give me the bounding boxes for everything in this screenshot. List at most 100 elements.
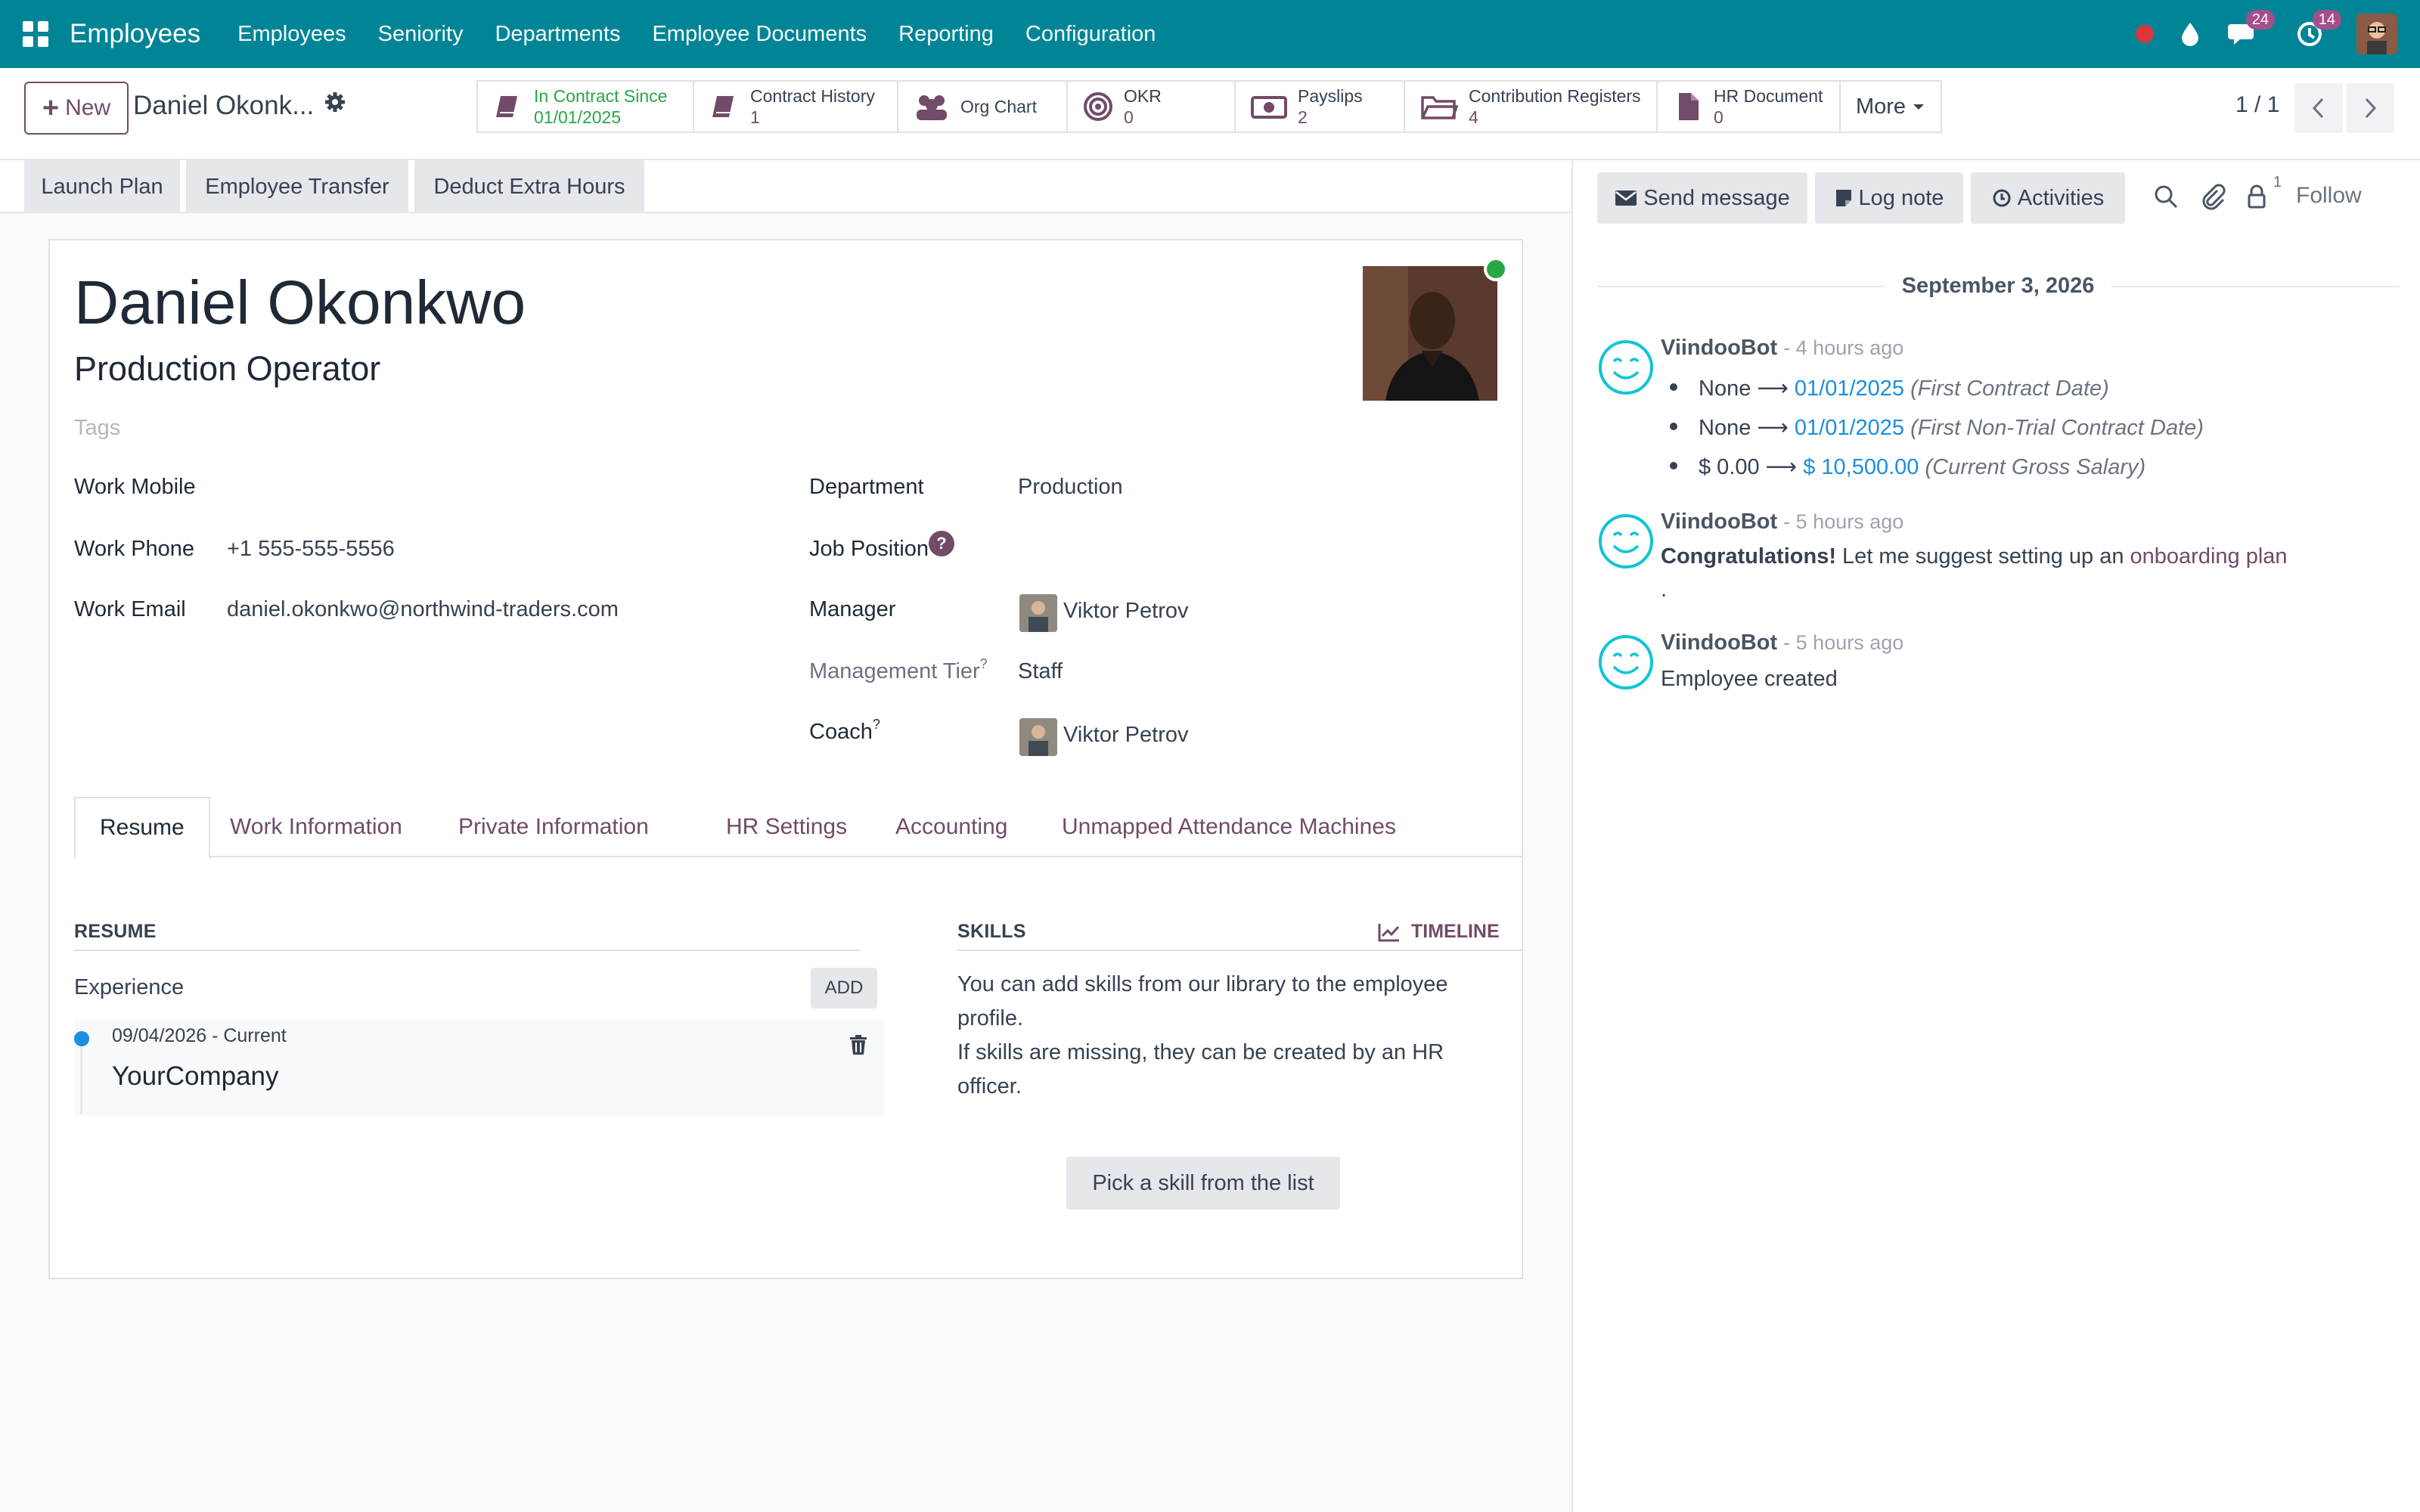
follow-button[interactable]: Follow: [2296, 183, 2362, 209]
menu-departments[interactable]: Departments: [479, 22, 636, 47]
log-note-button[interactable]: Log note: [1815, 172, 1963, 224]
message-body: Employee created: [1661, 667, 1838, 691]
org-chart-smart-button[interactable]: Org Chart: [897, 80, 1066, 133]
envelope-icon: [1615, 191, 1637, 206]
control-panel: + New Daniel Okonk... In Contract Since 0…: [0, 68, 2420, 160]
contract-history-smart-button[interactable]: Contract History 1: [693, 80, 897, 133]
pager-next-button[interactable]: [2346, 83, 2394, 133]
job-position-field[interactable]: [1018, 537, 1441, 567]
message-author: ViindooBot - 4 hours ago: [1661, 336, 1903, 361]
job-position-label-text: Job Position: [809, 537, 929, 561]
date-separator-text: September 3, 2026: [1901, 274, 2095, 298]
timeline-button[interactable]: TIMELINE: [1378, 921, 1500, 943]
message-author-name[interactable]: ViindooBot: [1661, 510, 1777, 534]
work-phone-field[interactable]: +1 555-555-5556: [227, 537, 395, 562]
org-chart-label: Org Chart: [960, 97, 1037, 116]
new-button[interactable]: + New: [24, 82, 129, 135]
tab-unmapped-attendance-machines[interactable]: Unmapped Attendance Machines: [1062, 797, 1396, 857]
hr-document-label: HR Document: [1714, 86, 1823, 106]
okr-smart-button[interactable]: OKR 0: [1066, 80, 1234, 133]
onboarding-plan-link[interactable]: onboarding plan: [2130, 544, 2288, 569]
tab-private-information[interactable]: Private Information: [458, 797, 649, 857]
employee-photo[interactable]: [1363, 266, 1497, 401]
contribution-registers-value: 4: [1469, 107, 1478, 127]
payslips-smart-button[interactable]: Payslips 2: [1234, 80, 1404, 133]
work-phone-label: Work Phone: [74, 537, 195, 561]
drop-icon[interactable]: [2173, 17, 2207, 51]
chart-line-icon: [1378, 923, 1400, 941]
management-tier-field[interactable]: Staff: [1018, 659, 1063, 684]
hr-document-smart-button[interactable]: HR Document 0: [1656, 80, 1839, 133]
bot-avatar-icon: [1599, 514, 1653, 569]
more-label: More: [1855, 94, 1907, 119]
search-icon[interactable]: [2152, 183, 2180, 210]
hr-document-value: 0: [1714, 107, 1723, 127]
add-resume-line-button[interactable]: ADD: [811, 968, 877, 1009]
menu-seniority[interactable]: Seniority: [362, 22, 479, 47]
tooltip-mark[interactable]: ?: [873, 717, 880, 732]
folder-icon: [1421, 96, 1458, 119]
employee-transfer-button[interactable]: Employee Transfer: [186, 160, 408, 213]
tags-field[interactable]: Tags: [74, 416, 120, 441]
plus-icon: +: [42, 92, 60, 124]
skills-divider: [957, 950, 1523, 951]
employee-name[interactable]: Daniel Okonkwo: [74, 268, 526, 339]
skills-empty-text: You can add skills from our library to t…: [957, 968, 1494, 1104]
pager-value[interactable]: 1 / 1: [2235, 92, 2279, 118]
activities-button[interactable]: Activities: [1971, 172, 2125, 224]
department-field[interactable]: Production: [1018, 475, 1123, 500]
message-author-name[interactable]: ViindooBot: [1661, 336, 1777, 360]
trash-icon[interactable]: [849, 1034, 868, 1055]
send-message-button[interactable]: Send message: [1597, 172, 1807, 224]
manager-field[interactable]: Viktor Petrov: [1063, 599, 1188, 624]
recording-dot-icon[interactable]: [2136, 25, 2154, 43]
in-contract-smart-button[interactable]: In Contract Since 01/01/2025: [476, 80, 693, 133]
date-separator: September 3, 2026: [1597, 274, 2399, 298]
tab-accounting[interactable]: Accounting: [895, 797, 1007, 857]
tooltip-mark[interactable]: ?: [980, 656, 988, 671]
job-title[interactable]: Production Operator: [74, 349, 380, 389]
job-position-label: Job Position?: [809, 531, 954, 562]
resume-timeline-dot: [74, 1031, 89, 1046]
bot-avatar-icon: [1599, 340, 1653, 395]
app-brand[interactable]: Employees: [70, 19, 200, 49]
tab-hr-settings[interactable]: HR Settings: [726, 797, 847, 857]
top-navbar: Employees Employees Seniority Department…: [0, 0, 2420, 68]
clock-icon: [1993, 189, 2011, 207]
in-contract-label: In Contract Since: [534, 86, 668, 106]
pick-skill-button[interactable]: Pick a skill from the list: [1066, 1157, 1340, 1210]
activities-clock-icon[interactable]: 14: [2293, 10, 2341, 51]
new-button-label: New: [65, 95, 111, 120]
message-tail: .: [1661, 578, 1668, 602]
help-icon[interactable]: ?: [929, 531, 954, 556]
message-author: ViindooBot - 5 hours ago: [1661, 510, 1903, 534]
user-avatar[interactable]: [2356, 14, 2397, 54]
launch-plan-button[interactable]: Launch Plan: [24, 160, 180, 213]
book-icon: [496, 96, 517, 117]
menu-employee-documents[interactable]: Employee Documents: [636, 22, 883, 47]
more-dropdown[interactable]: More: [1839, 80, 1942, 133]
pager-previous-button[interactable]: [2294, 83, 2343, 133]
message-author-name[interactable]: ViindooBot: [1661, 631, 1777, 655]
message-text: Let me suggest setting up an: [1836, 544, 2130, 569]
work-email-field[interactable]: daniel.okonkwo@northwind-traders.com: [227, 597, 619, 622]
tab-resume[interactable]: Resume: [74, 797, 210, 859]
resume-divider: [74, 950, 861, 951]
message-time: - 5 hours ago: [1783, 631, 1904, 654]
apps-grid-icon[interactable]: [23, 21, 48, 47]
message-body: Congratulations! Let me suggest setting …: [1661, 544, 2288, 569]
resume-section-title: RESUME: [74, 921, 157, 942]
paperclip-icon[interactable]: [2199, 183, 2226, 210]
tab-work-information[interactable]: Work Information: [230, 797, 402, 857]
gear-icon[interactable]: [324, 91, 346, 113]
menu-employees[interactable]: Employees: [222, 22, 361, 47]
tracking-value-line: None ⟶ 01/01/2025 (First Contract Date): [1661, 375, 2109, 401]
contribution-registers-smart-button[interactable]: Contribution Registers 4: [1404, 80, 1656, 133]
file-icon: [1679, 93, 1699, 120]
lock-user-icon[interactable]: [2243, 183, 2270, 210]
coach-field[interactable]: Viktor Petrov: [1063, 723, 1188, 748]
messages-icon[interactable]: 24: [2226, 10, 2275, 51]
deduct-extra-hours-button[interactable]: Deduct Extra Hours: [414, 160, 644, 213]
menu-reporting[interactable]: Reporting: [883, 22, 1010, 47]
menu-configuration[interactable]: Configuration: [1010, 22, 1172, 47]
